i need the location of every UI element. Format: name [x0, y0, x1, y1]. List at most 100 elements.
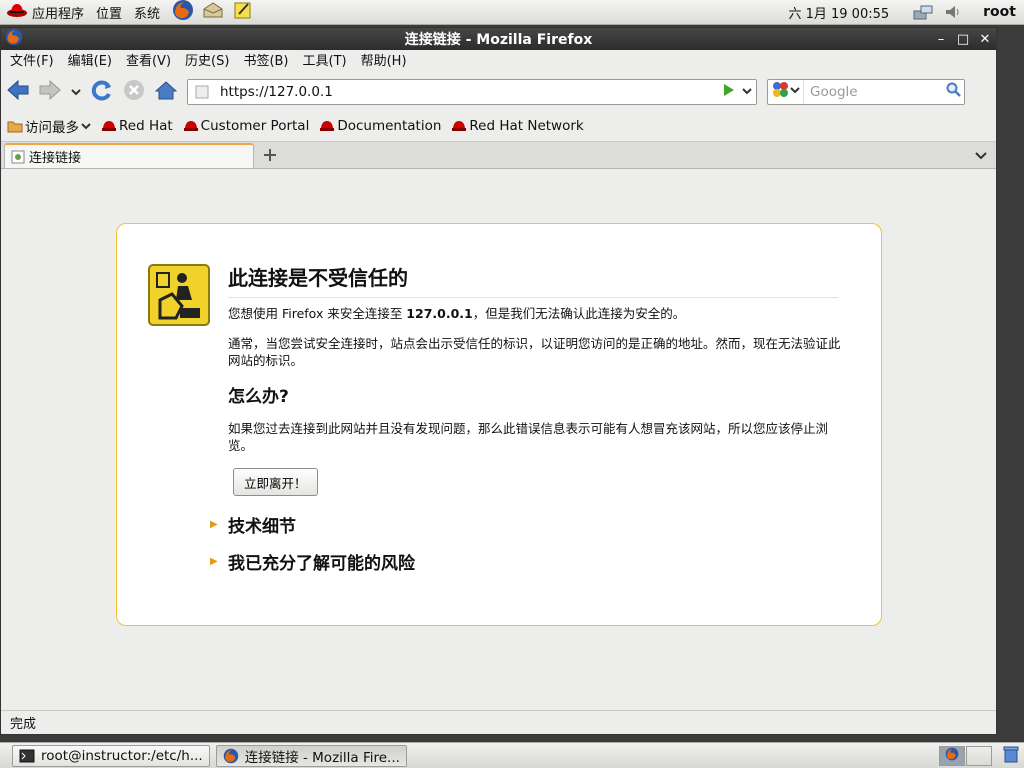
menu-history[interactable]: 历史(S)	[178, 50, 236, 74]
bookmark-red-hat-network[interactable]: Red Hat Network	[451, 117, 584, 134]
tab-connection-untrusted[interactable]: 连接链接	[4, 143, 254, 168]
menu-edit[interactable]: 编辑(E)	[61, 50, 119, 74]
menubar: 文件(F) 编辑(E) 查看(V) 历史(S) 书签(B) 工具(T) 帮助(H…	[1, 50, 996, 74]
network-icon[interactable]	[911, 2, 935, 22]
places-menu[interactable]: 位置	[90, 0, 128, 25]
bookmark-label: 访问最多	[25, 119, 79, 136]
home-icon	[154, 80, 178, 104]
notes-icon	[233, 0, 253, 24]
mail-launcher[interactable]	[200, 1, 226, 23]
go-button[interactable]	[720, 83, 738, 101]
bookmark-label: Documentation	[337, 117, 442, 134]
close-icon: ✕	[979, 31, 991, 47]
minimize-button[interactable]: –	[930, 28, 952, 50]
history-dropdown-button[interactable]	[67, 77, 85, 107]
window-title: 连接链接 - Mozilla Firefox	[404, 32, 593, 48]
firefox-icon	[223, 748, 239, 764]
panel-user[interactable]: root	[983, 4, 1016, 20]
bookmark-label: Red Hat	[119, 117, 173, 134]
trash-button[interactable]	[1000, 746, 1022, 766]
url-bar[interactable]: https://127.0.0.1	[187, 79, 757, 105]
understand-risks-expander[interactable]: ▶ 我已充分了解可能的风险	[210, 549, 415, 574]
menu-tools[interactable]: 工具(T)	[296, 50, 354, 74]
navigation-toolbar: https://127.0.0.1 Google	[1, 74, 996, 110]
menu-view[interactable]: 查看(V)	[119, 50, 178, 74]
applications-menu[interactable]: 应用程序	[0, 0, 90, 25]
chevron-down-icon	[742, 87, 752, 98]
minimize-icon: –	[937, 31, 945, 47]
taskbar-firefox[interactable]: 连接链接 - Mozilla Fire...	[215, 744, 407, 767]
stop-button[interactable]	[119, 77, 149, 107]
list-all-tabs-button[interactable]	[972, 146, 990, 164]
what-to-do-heading: 怎么办?	[228, 387, 289, 407]
search-bar[interactable]: Google	[767, 79, 965, 105]
firefox-window-icon[interactable]	[5, 28, 23, 50]
cert-error-box: 此连接是不受信任的 您想使用 Firefox 来安全连接至 127.0.0.1，…	[116, 223, 882, 626]
applications-label: 应用程序	[32, 6, 85, 22]
expand-triangle-icon: ▶	[210, 519, 218, 530]
taskbar-label: 连接链接 - Mozilla Fire...	[244, 749, 400, 766]
maximize-icon: □	[956, 31, 970, 47]
page-favicon-icon	[11, 150, 25, 164]
chevron-down-icon	[81, 122, 91, 130]
close-window-button[interactable]: ✕	[974, 28, 996, 50]
reload-icon	[91, 79, 113, 105]
forward-button[interactable]	[35, 77, 65, 107]
bookmark-documentation[interactable]: Documentation	[319, 118, 441, 134]
taskbar-terminal[interactable]: root@instructor:/etc/h...	[12, 744, 210, 767]
mail-icon	[202, 1, 224, 23]
page-content: 此连接是不受信任的 您想使用 Firefox 来安全连接至 127.0.0.1，…	[1, 169, 996, 703]
menu-bookmarks[interactable]: 书签(B)	[236, 50, 295, 74]
firefox-launcher[interactable]	[170, 0, 196, 25]
firefox-icon	[172, 0, 194, 25]
workspace-2[interactable]	[966, 745, 992, 766]
what-to-do-text: 如果您过去连接到此网站并且没有发现问题，那么此错误信息表示可能有人想冒充该网站，…	[228, 421, 829, 453]
trash-icon	[1002, 745, 1020, 767]
plus-icon	[263, 148, 277, 166]
panel-clock[interactable]: 六 1月 19 00:55	[788, 3, 889, 22]
home-button[interactable]	[151, 77, 181, 107]
search-input[interactable]: Google	[804, 84, 944, 100]
firefox-window: 连接链接 - Mozilla Firefox – □ ✕ 文件(F) 编辑(E)…	[0, 27, 997, 735]
back-button[interactable]	[3, 77, 33, 107]
redhat-logo-icon	[6, 1, 28, 23]
error-title: 此连接是不受信任的	[228, 262, 838, 298]
places-label: 位置	[96, 6, 123, 22]
technical-details-label: 技术细节	[228, 517, 296, 537]
volume-icon[interactable]	[941, 2, 965, 22]
tab-label: 连接链接	[29, 151, 82, 166]
search-button[interactable]	[944, 82, 964, 102]
error-intro-suffix: ，但是我们无法确认此连接为安全的。	[472, 306, 686, 321]
bookmark-label: Customer Portal	[200, 117, 310, 134]
terminal-icon	[19, 749, 35, 763]
system-menu[interactable]: 系统	[128, 0, 166, 25]
technical-details-expander[interactable]: ▶ 技术细节	[210, 512, 296, 537]
bookmark-label: Red Hat Network	[469, 117, 584, 134]
search-engine-selector[interactable]	[768, 80, 804, 104]
new-tab-button[interactable]	[258, 146, 282, 168]
notes-launcher[interactable]	[230, 1, 256, 23]
site-identity-icon[interactable]	[194, 84, 210, 100]
top-panel: 应用程序 位置 系统 六 1月 19 00:55 root	[0, 0, 1024, 25]
menu-file[interactable]: 文件(F)	[3, 50, 61, 74]
get-me-out-button[interactable]: 立即离开！	[233, 468, 318, 496]
bottom-panel: root@instructor:/etc/h... 连接链接 - Mozilla…	[0, 742, 1024, 768]
bookmark-red-hat[interactable]: Red Hat	[101, 118, 173, 134]
folder-icon	[7, 119, 23, 133]
bookmark-customer-portal[interactable]: Customer Portal	[183, 117, 310, 134]
workspace-switcher	[938, 745, 1024, 766]
maximize-button[interactable]: □	[952, 28, 974, 50]
error-explanation: 通常，当您尝试安全连接时，站点会出示受信任的标识，以证明您访问的是正确的地址。然…	[228, 336, 841, 368]
system-label: 系统	[134, 6, 161, 22]
bookmark-most-visited[interactable]: 访问最多	[7, 116, 91, 136]
workspace-1[interactable]	[939, 745, 965, 766]
untrusted-certificate-icon	[148, 264, 210, 326]
redhat-favicon-icon	[101, 119, 117, 133]
error-intro-prefix: 您想使用 Firefox 来安全连接至	[228, 306, 407, 321]
window-titlebar[interactable]: 连接链接 - Mozilla Firefox – □ ✕	[1, 28, 996, 50]
url-text[interactable]: https://127.0.0.1	[216, 84, 720, 100]
menu-help[interactable]: 帮助(H)	[354, 50, 414, 74]
reload-button[interactable]	[87, 77, 117, 107]
back-arrow-icon	[6, 79, 30, 105]
url-history-dropdown[interactable]	[738, 87, 756, 98]
